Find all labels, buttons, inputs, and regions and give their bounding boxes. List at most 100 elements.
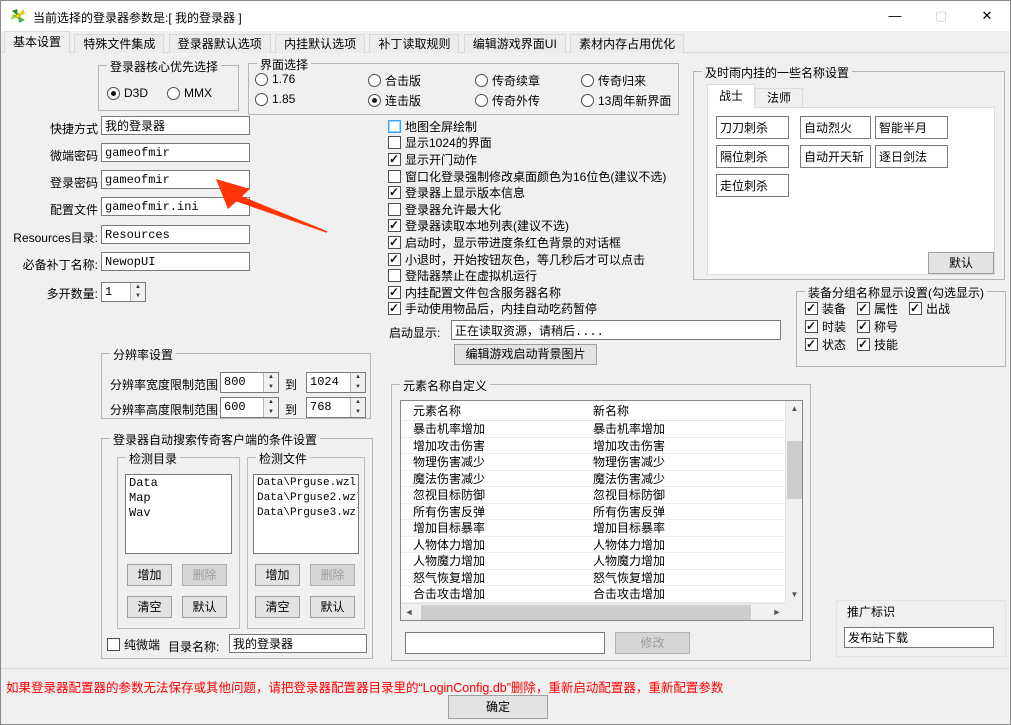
tab-special-files[interactable]: 特殊文件集成 bbox=[74, 34, 165, 53]
table-row[interactable]: 魔法伤害减少 魔法伤害减少 bbox=[401, 471, 787, 487]
modify-button[interactable]: 修改 bbox=[615, 632, 690, 654]
radio-xuzhang[interactable]: 传奇续章 bbox=[475, 72, 540, 89]
radio-waizhuan[interactable]: 传奇外传 bbox=[475, 92, 540, 109]
list-item[interactable]: Map bbox=[129, 491, 228, 506]
dir-clear-button[interactable]: 清空 bbox=[127, 596, 172, 618]
skill-checkbox[interactable]: 技能 bbox=[857, 336, 898, 353]
dir-add-button[interactable]: 增加 bbox=[127, 564, 172, 586]
dir-default-button[interactable]: 默认 bbox=[182, 596, 227, 618]
tab-plugin-defaults[interactable]: 内挂默认选项 bbox=[275, 34, 366, 53]
scroll-up-icon[interactable]: ▲ bbox=[786, 401, 802, 417]
radio-mmx[interactable]: MMX bbox=[167, 86, 212, 100]
file-default-button[interactable]: 默认 bbox=[310, 596, 355, 618]
height-min-spinner[interactable]: 600 ▲ ▼ bbox=[220, 397, 279, 418]
close-button[interactable]: ✕ bbox=[964, 1, 1010, 31]
tab-mage[interactable]: 法师 bbox=[755, 88, 803, 108]
radio-lianji[interactable]: 连击版 bbox=[368, 92, 421, 109]
skill-names-default-button[interactable]: 默认 bbox=[928, 252, 994, 274]
title-checkbox[interactable]: 称号 bbox=[857, 318, 898, 335]
startup-display-label: 启动显示: bbox=[389, 326, 441, 340]
radio-heji[interactable]: 合击版 bbox=[368, 72, 421, 89]
equip-checkbox[interactable]: 装备 bbox=[805, 300, 846, 317]
tab-basic-settings[interactable]: 基本设置 bbox=[4, 31, 71, 53]
element-table-body: 暴击机率增加 暴击机率增加 增加攻击伤害 增加攻击伤害 物理伤害减少 物理伤害减少 魔… bbox=[401, 421, 787, 605]
radio-guilai[interactable]: 传奇归来 bbox=[581, 72, 646, 89]
dir-name-field[interactable] bbox=[229, 634, 367, 653]
list-item[interactable]: Data\Prguse3.wzl bbox=[257, 506, 358, 521]
skill-name-field-1[interactable] bbox=[716, 116, 789, 139]
scroll-left-icon[interactable]: ◄ bbox=[401, 604, 417, 620]
skill-name-field-2[interactable] bbox=[800, 116, 871, 139]
config-file-label: 配置文件 bbox=[49, 203, 98, 217]
attr-checkbox[interactable]: 属性 bbox=[857, 300, 898, 317]
skill-name-field-3[interactable] bbox=[875, 116, 948, 139]
table-row[interactable]: 增加攻击伤害 增加攻击伤害 bbox=[401, 438, 787, 454]
config-file-field[interactable] bbox=[101, 197, 250, 216]
config-include-server-name-checkbox[interactable]: 内挂配置文件包含服务器名称 bbox=[388, 284, 788, 301]
dir-delete-button[interactable]: 删除 bbox=[182, 564, 227, 586]
detect-file-listbox[interactable]: Data\Prguse.wzl Data\Prguse2.wzl Data\Pr… bbox=[253, 474, 359, 554]
tab-launcher-defaults[interactable]: 登录器默认选项 bbox=[168, 34, 271, 53]
radio-d3d[interactable]: D3D bbox=[107, 86, 148, 100]
file-add-button[interactable]: 增加 bbox=[255, 564, 300, 586]
edit-bg-image-button[interactable]: 编辑游戏启动背景图片 bbox=[454, 344, 597, 365]
list-item[interactable]: Data\Prguse2.wzl bbox=[257, 491, 358, 506]
table-row[interactable]: 增加目标暴率 增加目标暴率 bbox=[401, 520, 787, 537]
patch-name-field[interactable] bbox=[101, 252, 250, 271]
table-row[interactable]: 物理伤害减少 物理伤害减少 bbox=[401, 454, 787, 471]
maximize-button[interactable]: ▢ bbox=[918, 1, 964, 31]
table-row[interactable]: 人物魔力增加 人物魔力增加 bbox=[401, 553, 787, 570]
list-item[interactable]: Wav bbox=[129, 506, 228, 521]
table-row[interactable]: 合击攻击增加合击攻击增加 bbox=[401, 586, 787, 603]
horizontal-scrollbar[interactable]: ◄ ► bbox=[401, 603, 785, 620]
skill-name-field-4[interactable] bbox=[716, 145, 789, 168]
fashion-checkbox[interactable]: 时装 bbox=[805, 318, 846, 335]
battle-checkbox[interactable]: 出战 bbox=[909, 300, 950, 317]
detect-dir-listbox[interactable]: Data Map Wav bbox=[125, 474, 232, 554]
minimize-button[interactable]: — bbox=[872, 1, 918, 31]
table-row[interactable]: 所有伤害反弹 所有伤害反弹 bbox=[401, 504, 787, 520]
list-item[interactable]: Data\Prguse.wzl bbox=[257, 476, 356, 491]
tab-memory-optimize[interactable]: 素材内存占用优化 bbox=[570, 34, 685, 53]
vertical-scrollbar[interactable]: ▲ ▼ bbox=[785, 401, 802, 603]
skill-name-field-7[interactable] bbox=[716, 174, 789, 197]
table-row[interactable]: 怒气恢复增加 怒气恢复增加 bbox=[401, 570, 787, 586]
element-table[interactable]: 元素名称 新名称 暴击机率增加 暴击机率增加 增加攻击伤害 增加攻击伤害 物理伤害减… bbox=[400, 400, 803, 621]
login-password-field[interactable] bbox=[101, 170, 250, 189]
tab-edit-game-ui[interactable]: 编辑游戏界面UI bbox=[463, 34, 566, 53]
status-checkbox[interactable]: 状态 bbox=[805, 336, 846, 353]
file-delete-button[interactable]: 删除 bbox=[310, 564, 355, 586]
radio-13th[interactable]: 13周年新界面 bbox=[581, 92, 671, 109]
table-row[interactable]: 忽视目标防御 忽视目标防御 bbox=[401, 487, 787, 504]
scroll-right-icon[interactable]: ► bbox=[769, 604, 785, 620]
stepper-arrows-icon[interactable]: ▲ ▼ bbox=[130, 283, 145, 301]
skill-name-field-5[interactable] bbox=[800, 145, 871, 168]
element-table-header: 元素名称 新名称 bbox=[401, 401, 802, 421]
rename-input[interactable] bbox=[405, 632, 605, 654]
vertical-scroll-thumb[interactable] bbox=[787, 441, 802, 499]
multi-open-stepper[interactable]: 1 ▲ ▼ bbox=[101, 282, 146, 302]
tab-warrior[interactable]: 战士 bbox=[707, 84, 755, 108]
pure-micro-checkbox[interactable]: 纯微端 bbox=[107, 636, 160, 653]
list-item[interactable]: Data bbox=[129, 476, 228, 491]
skill-name-field-6[interactable] bbox=[875, 145, 948, 168]
width-min-spinner[interactable]: 800 ▲ ▼ bbox=[220, 372, 279, 393]
radio-185[interactable]: 1.85 bbox=[255, 92, 295, 106]
table-row[interactable]: 暴击机率增加 暴击机率增加 bbox=[401, 421, 787, 438]
height-max-spinner[interactable]: 768 ▲ ▼ bbox=[306, 397, 366, 418]
width-max-spinner[interactable]: 1024 ▲ ▼ bbox=[306, 372, 366, 393]
micro-password-field[interactable] bbox=[101, 143, 250, 162]
radio-176[interactable]: 1.76 bbox=[255, 72, 295, 86]
table-row[interactable]: 人物体力增加 人物体力增加 bbox=[401, 537, 787, 553]
horizontal-scroll-thumb[interactable] bbox=[421, 605, 751, 620]
window-title: 当前选择的登录器参数是:[ 我的登录器 ] bbox=[33, 11, 242, 25]
ok-button[interactable]: 确定 bbox=[448, 695, 548, 719]
file-clear-button[interactable]: 清空 bbox=[255, 596, 300, 618]
pause-auto-potion-checkbox[interactable]: 手动使用物品后，内挂自动吃药暂停 bbox=[388, 301, 788, 318]
tab-patch-rules[interactable]: 补丁读取规则 bbox=[369, 34, 460, 53]
startup-display-field[interactable] bbox=[451, 320, 781, 340]
promo-field[interactable] bbox=[844, 627, 994, 648]
resources-dir-field[interactable] bbox=[101, 225, 250, 244]
shortcut-name-field[interactable] bbox=[101, 116, 250, 135]
scroll-down-icon[interactable]: ▼ bbox=[786, 587, 802, 603]
